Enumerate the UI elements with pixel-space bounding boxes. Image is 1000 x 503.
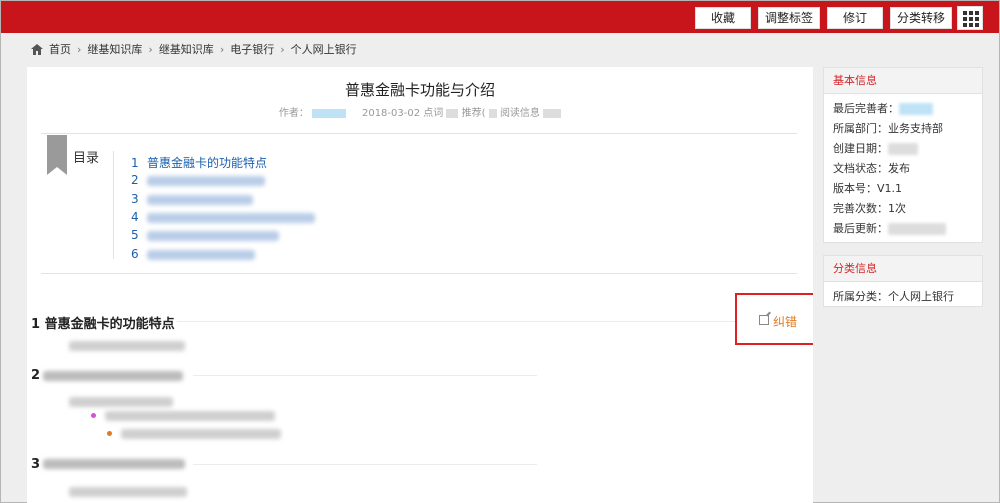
chevron-right-icon: › <box>219 42 225 56</box>
article-panel: 普惠金融卡功能与介绍 作者： 2018-03-02 点词 推荐( 阅读信息 目录… <box>27 67 813 503</box>
category-info-panel: 分类信息 所属分类：个人网上银行 <box>823 255 983 307</box>
toc-divider <box>113 151 114 259</box>
home-icon <box>31 43 43 55</box>
last-update-row: 最后更新： <box>833 220 946 236</box>
click-count-redacted <box>446 108 459 118</box>
version-row: 版本号：V1.1 <box>833 182 903 195</box>
breadcrumb-item[interactable]: 继基知识库 <box>87 41 142 57</box>
read-label: 阅读信息 <box>499 108 540 119</box>
toc-item[interactable]: 5 <box>131 228 279 242</box>
section-number: 3 <box>31 457 41 472</box>
article-title: 普惠金融卡功能与介绍 <box>344 81 495 99</box>
department-row: 所属部门：业务支持部 <box>833 122 943 135</box>
bookmark-icon <box>47 135 67 175</box>
edit-count-row: 完善次数：1次 <box>833 202 906 215</box>
article-date: 2018-03-02 <box>361 108 421 119</box>
breadcrumb-item[interactable]: 电子银行 <box>230 41 274 57</box>
section-heading-redacted <box>43 371 183 381</box>
breadcrumb-item[interactable]: 个人网上银行 <box>291 41 357 57</box>
adjust-tags-button[interactable]: 调整标签 <box>758 7 820 29</box>
section-heading-redacted <box>43 459 185 469</box>
favorite-button[interactable]: 收藏 <box>695 7 751 29</box>
list-text-redacted <box>105 411 275 421</box>
created-date-row: 创建日期： <box>833 140 918 156</box>
chevron-right-icon: › <box>77 42 82 56</box>
edit-icon[interactable] <box>759 315 769 325</box>
category-info-header: 分类信息 <box>824 256 982 282</box>
chevron-right-icon: › <box>280 42 285 56</box>
bullet <box>91 413 96 418</box>
revise-button[interactable]: 修订 <box>827 7 883 29</box>
status-row: 文档状态：发布 <box>833 162 910 175</box>
last-editor-row: 最后完善者： <box>833 100 933 116</box>
recommend-label: 推荐( <box>461 108 486 119</box>
toc-item[interactable]: 1 普惠金融卡的功能特点 <box>131 154 267 171</box>
category-row: 所属分类：个人网上银行 <box>833 290 954 303</box>
toc-item[interactable]: 3 <box>131 192 253 206</box>
section-text-redacted <box>69 397 173 407</box>
section-heading: 1 普惠金融卡的功能特点 <box>31 317 175 332</box>
edit-link[interactable]: 纠错 <box>773 313 797 330</box>
top-bar: 收藏 调整标签 修订 分类转移 <box>1 1 999 33</box>
divider <box>41 133 797 134</box>
recommend-count-redacted <box>488 108 497 118</box>
click-label: 点词 <box>423 108 444 119</box>
divider <box>193 375 537 376</box>
author-label: 作者： <box>278 108 309 119</box>
section-number: 2 <box>31 368 41 383</box>
breadcrumb-home[interactable]: 首页 <box>49 41 71 57</box>
divider <box>177 321 737 322</box>
toc-item[interactable]: 4 <box>131 210 315 224</box>
chevron-right-icon: › <box>148 42 153 56</box>
toc-label: 目录 <box>73 151 100 166</box>
basic-info-header: 基本信息 <box>824 68 982 94</box>
app-grid-icon[interactable] <box>957 6 983 30</box>
bullet <box>107 431 112 436</box>
article-meta: 作者： 2018-03-02 点词 推荐( 阅读信息 <box>27 104 813 119</box>
toc-item[interactable]: 2 <box>131 173 265 187</box>
section-text-redacted <box>69 487 187 497</box>
toc-item[interactable]: 6 <box>131 247 255 261</box>
list-text-redacted <box>121 429 281 439</box>
author-name-redacted <box>312 108 347 118</box>
basic-info-panel: 基本信息 最后完善者： 所属部门：业务支持部 创建日期： 文档状态：发布 版本号… <box>823 67 983 243</box>
divider <box>193 464 537 465</box>
read-count-redacted <box>543 108 562 118</box>
breadcrumb-item[interactable]: 继基知识库 <box>159 41 214 57</box>
reclassify-button[interactable]: 分类转移 <box>890 7 952 29</box>
section-text-redacted <box>69 341 185 351</box>
divider <box>41 273 797 274</box>
breadcrumb: 首页 › 继基知识库 › 继基知识库 › 电子银行 › 个人网上银行 <box>31 41 357 57</box>
